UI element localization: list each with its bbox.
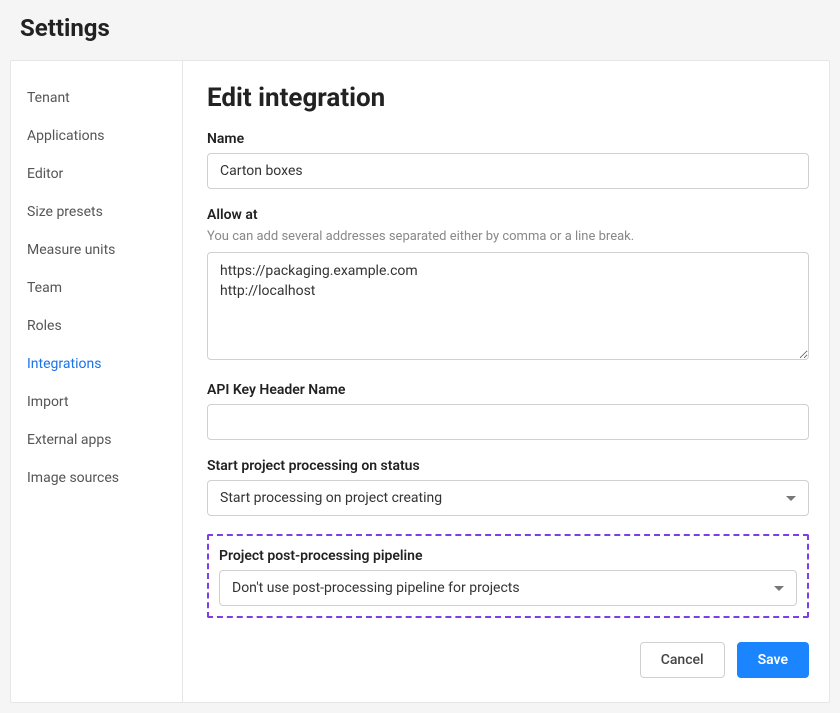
name-input[interactable] (207, 153, 809, 189)
api-key-label: API Key Header Name (207, 382, 809, 398)
form-group-allow-at: Allow at You can add several addresses s… (207, 207, 809, 364)
sidebar-item-tenant[interactable]: Tenant (11, 79, 182, 117)
sidebar-item-roles[interactable]: Roles (11, 307, 182, 345)
allow-at-label: Allow at (207, 207, 809, 223)
main-panel: Edit integration Name Allow at You can a… (183, 61, 829, 702)
sidebar-item-editor[interactable]: Editor (11, 155, 182, 193)
page-title: Settings (20, 14, 820, 42)
sidebar-item-import[interactable]: Import (11, 383, 182, 421)
api-key-input[interactable] (207, 404, 809, 440)
sidebar-item-integrations[interactable]: Integrations (11, 345, 182, 383)
sidebar-item-team[interactable]: Team (11, 269, 182, 307)
post-processing-label: Project post-processing pipeline (219, 548, 797, 564)
caret-down-icon (774, 586, 784, 591)
sidebar-item-measure-units[interactable]: Measure units (11, 231, 182, 269)
post-processing-select[interactable]: Don't use post-processing pipeline for p… (219, 570, 797, 606)
content-wrapper: Tenant Applications Editor Size presets … (10, 60, 830, 703)
settings-sidebar: Tenant Applications Editor Size presets … (11, 61, 183, 702)
save-button[interactable]: Save (737, 642, 809, 678)
button-row: Cancel Save (207, 642, 809, 678)
cancel-button[interactable]: Cancel (640, 642, 725, 678)
start-status-select[interactable]: Start processing on project creating (207, 480, 809, 516)
start-status-value: Start processing on project creating (220, 490, 442, 506)
form-group-name: Name (207, 131, 809, 189)
sidebar-item-applications[interactable]: Applications (11, 117, 182, 155)
sidebar-item-image-sources[interactable]: Image sources (11, 459, 182, 497)
main-title: Edit integration (207, 83, 809, 113)
allow-at-textarea[interactable]: https://packaging.example.com http://loc… (207, 252, 809, 360)
start-status-label: Start project processing on status (207, 458, 809, 474)
sidebar-item-external-apps[interactable]: External apps (11, 421, 182, 459)
highlight-post-processing: Project post-processing pipeline Don't u… (207, 534, 809, 618)
form-group-api-key: API Key Header Name (207, 382, 809, 440)
form-group-post-processing: Project post-processing pipeline Don't u… (219, 548, 797, 606)
post-processing-value: Don't use post-processing pipeline for p… (232, 580, 520, 596)
page-header: Settings (0, 0, 840, 60)
allow-at-help: You can add several addresses separated … (207, 229, 809, 244)
name-label: Name (207, 131, 809, 147)
form-group-start-status: Start project processing on status Start… (207, 458, 809, 516)
sidebar-item-size-presets[interactable]: Size presets (11, 193, 182, 231)
caret-down-icon (786, 496, 796, 501)
